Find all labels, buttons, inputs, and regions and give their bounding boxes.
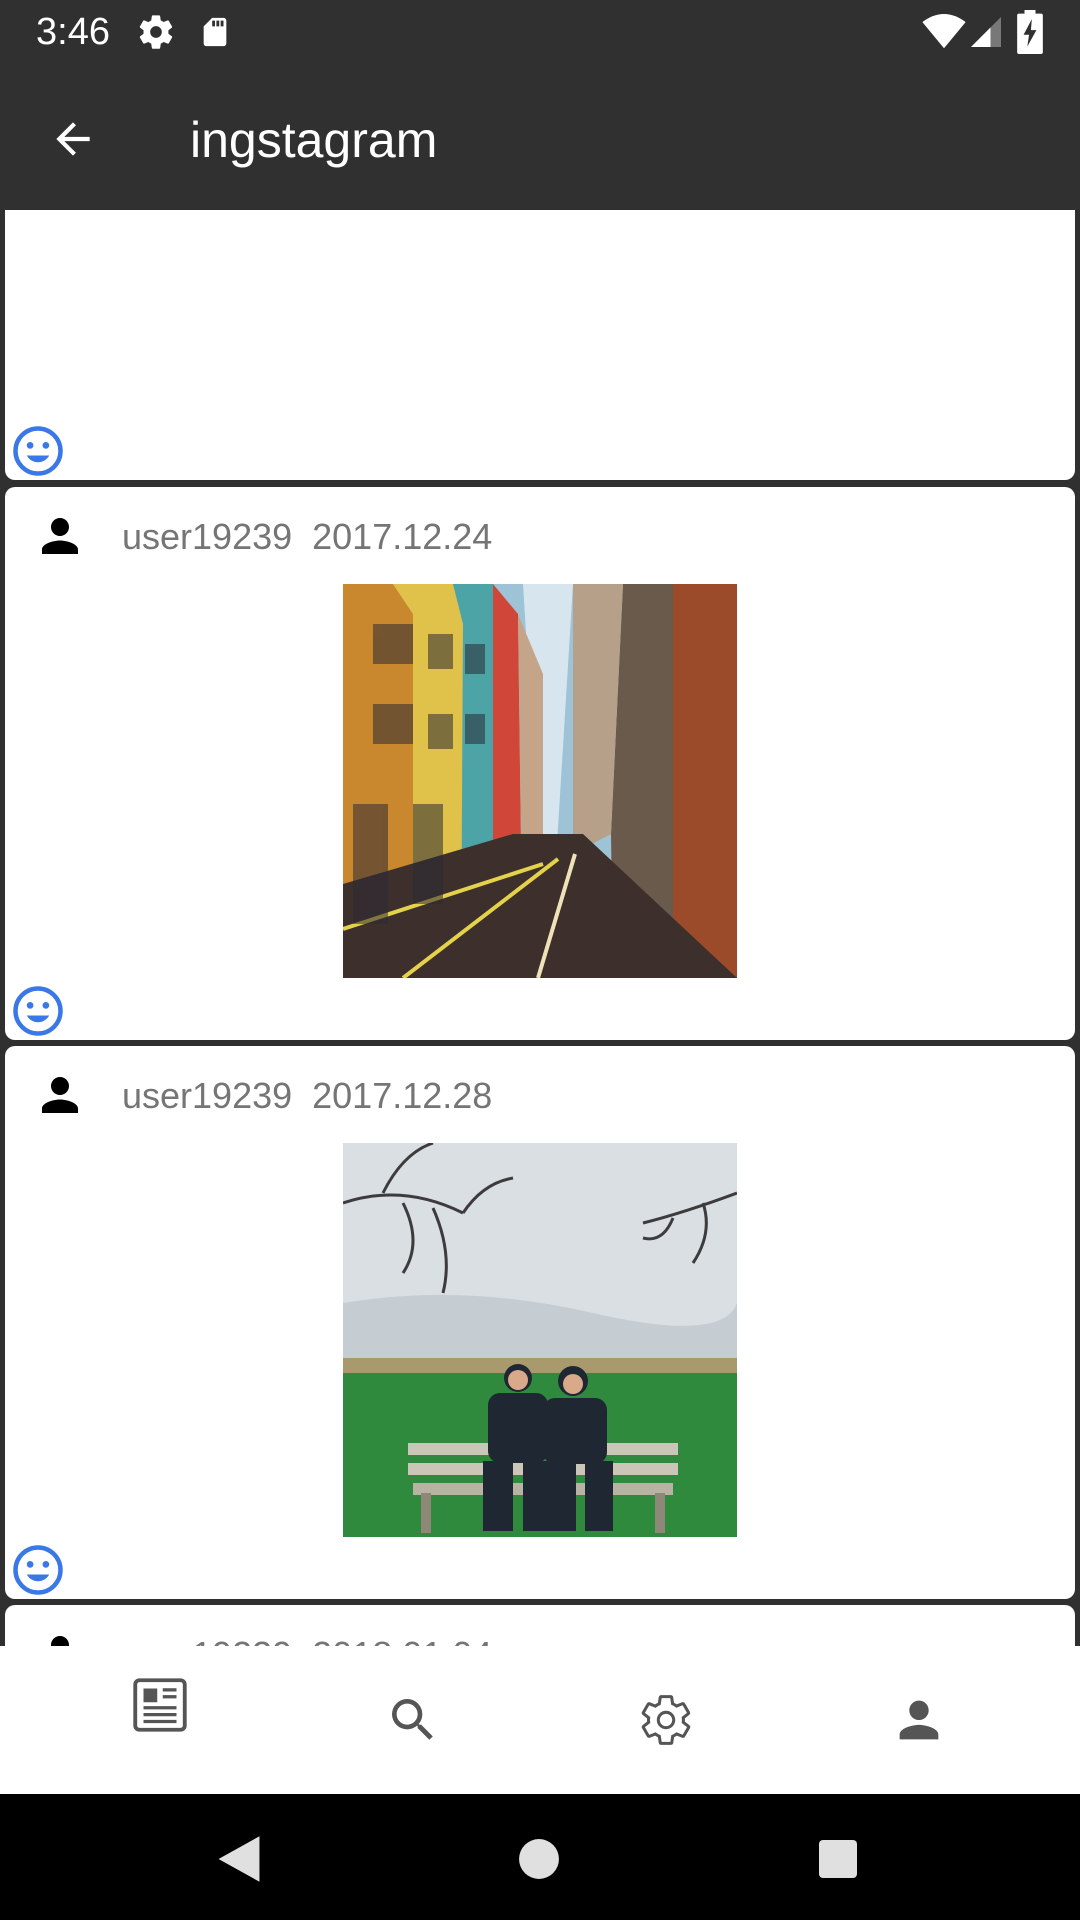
- system-navigation-bar: [0, 1794, 1080, 1920]
- app-title: ingstagram: [190, 112, 438, 168]
- search-icon: [392, 1699, 433, 1740]
- post-photo[interactable]: [343, 584, 737, 978]
- post-date: 2018.01.04: [312, 1634, 492, 1646]
- street-photo: [343, 584, 737, 978]
- system-back-button[interactable]: [204, 1824, 274, 1894]
- smiley-face-icon[interactable]: [11, 984, 65, 1038]
- bench-photo: [343, 1143, 737, 1537]
- signal-icon: [971, 17, 1001, 47]
- post-date: 2017.12.24: [312, 516, 493, 557]
- post-meta: user19239 2017.12.24: [122, 515, 492, 559]
- bottom-navigation: [0, 1646, 1080, 1794]
- post-username[interactable]: user19239: [122, 1634, 292, 1646]
- recents-square-icon: [819, 1840, 857, 1878]
- arrow-back-icon: [56, 122, 90, 156]
- wifi-icon: [922, 14, 966, 49]
- system-home-button[interactable]: [504, 1824, 574, 1894]
- smiley-face-icon[interactable]: [11, 1543, 65, 1597]
- newspaper-icon: [133, 1678, 187, 1732]
- person-icon[interactable]: [33, 1068, 87, 1122]
- person-icon[interactable]: [33, 509, 87, 563]
- status-time: 3:46: [36, 11, 110, 53]
- post-card[interactable]: user19239 2017.12.24: [5, 487, 1075, 1040]
- post-card[interactable]: user19239 2017.12.28: [5, 1046, 1075, 1599]
- nav-feed[interactable]: [25, 1646, 295, 1794]
- post-feed[interactable]: user19239 2017.12.24 user19239 2017.12.2…: [0, 210, 1080, 1646]
- home-circle-icon: [519, 1839, 559, 1879]
- settings-icon: [641, 1695, 691, 1745]
- post-username[interactable]: user19239: [122, 1075, 292, 1116]
- nav-profile[interactable]: [784, 1646, 1054, 1794]
- status-bar: 3:46: [0, 0, 1080, 64]
- post-username[interactable]: user19239: [122, 516, 292, 557]
- back-triangle-icon: [218, 1836, 260, 1882]
- system-recents-button[interactable]: [803, 1824, 873, 1894]
- post-card[interactable]: user19239 2018.01.04: [5, 1605, 1075, 1646]
- person-icon: [899, 1700, 939, 1740]
- sd-card-icon: [203, 17, 227, 47]
- post-meta: user19239 2017.12.28: [122, 1074, 492, 1118]
- post-card[interactable]: [5, 210, 1075, 480]
- app-bar: ingstagram: [0, 64, 1080, 210]
- post-date: 2017.12.28: [312, 1075, 493, 1116]
- gear-icon: [139, 15, 173, 49]
- post-photo[interactable]: [343, 1143, 737, 1537]
- smiley-face-icon[interactable]: [11, 424, 65, 478]
- person-icon[interactable]: [33, 1627, 87, 1646]
- nav-settings[interactable]: [531, 1646, 801, 1794]
- app-screen: 3:46 ingstagram user19239 2017.12.24 use…: [0, 0, 1080, 1920]
- battery-icon: [1017, 10, 1043, 54]
- post-meta: user19239 2018.01.04: [122, 1633, 492, 1646]
- back-button[interactable]: [38, 104, 108, 174]
- nav-search[interactable]: [278, 1646, 548, 1794]
